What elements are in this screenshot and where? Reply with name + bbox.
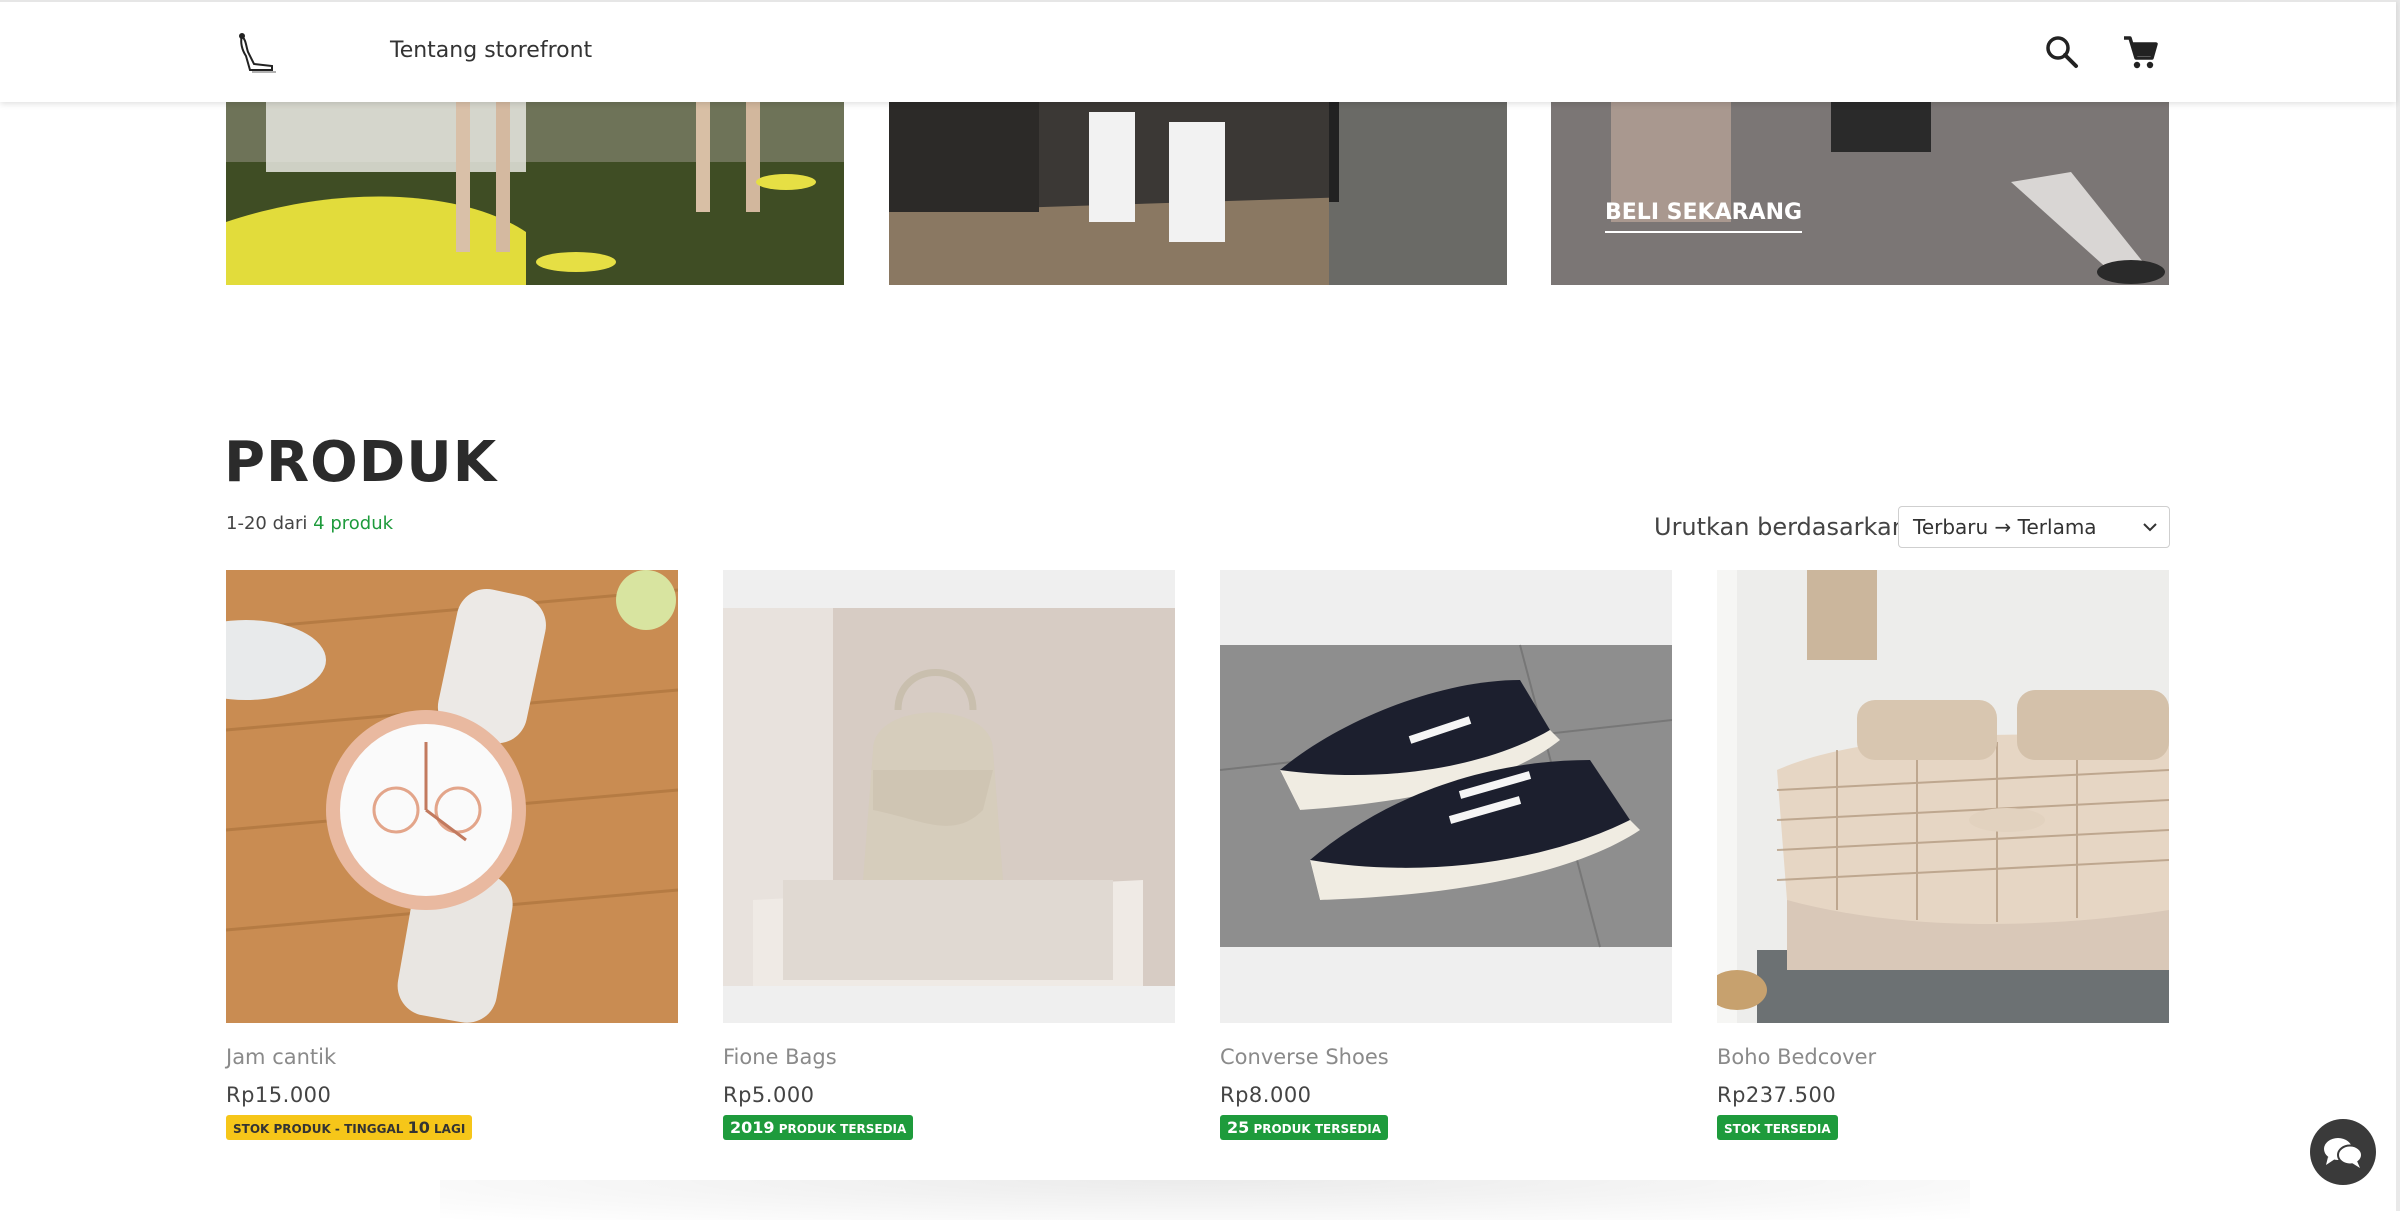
stock-badge: STOK TERSEDIA bbox=[1717, 1115, 1838, 1140]
product-price: Rp237.500 bbox=[1717, 1083, 1837, 1107]
bottom-bar-shadow bbox=[440, 1180, 1970, 1220]
sort-label: Urutkan berdasarkan: bbox=[1654, 513, 1916, 541]
banner-image-3[interactable]: BELI SEKARANG bbox=[1551, 102, 2169, 285]
product-image-watch[interactable] bbox=[226, 570, 678, 1023]
product-image-shoes[interactable] bbox=[1220, 570, 1672, 1023]
product-image-bag[interactable] bbox=[723, 570, 1175, 1023]
stock-badge: 2019 PRODUK TERSEDIA bbox=[723, 1115, 914, 1140]
sort-select[interactable]: Terbaru → Terlama bbox=[1898, 506, 2170, 548]
stock-badge: STOK PRODUK - TINGGAL 10 LAGI bbox=[226, 1115, 473, 1140]
count-prefix: 1-20 dari bbox=[226, 513, 314, 534]
badge-text: STOK TERSEDIA bbox=[1724, 1122, 1831, 1136]
count-highlight: 4 produk bbox=[313, 513, 394, 534]
product-price: Rp5.000 bbox=[723, 1083, 815, 1107]
shop-now-link[interactable]: BELI SEKARANG bbox=[1605, 200, 1803, 233]
product-name[interactable]: Boho Bedcover bbox=[1717, 1045, 2169, 1069]
search-icon[interactable] bbox=[2042, 32, 2082, 72]
top-header: Tentang storefront bbox=[0, 0, 2396, 102]
product-card[interactable]: Boho Bedcover Rp237.500 STOK TERSEDIA bbox=[1717, 570, 2169, 1140]
chevron-down-icon bbox=[2141, 517, 2159, 535]
cart-icon[interactable] bbox=[2120, 32, 2160, 72]
sort-selected-value: Terbaru → Terlama bbox=[1913, 515, 2097, 539]
product-image-bedcover[interactable] bbox=[1717, 570, 2169, 1023]
product-name[interactable]: Converse Shoes bbox=[1220, 1045, 1672, 1069]
product-card[interactable]: Jam cantik Rp15.000 STOK PRODUK - TINGGA… bbox=[226, 570, 678, 1140]
stock-badge: 25 PRODUK TERSEDIA bbox=[1220, 1115, 1389, 1140]
badge-text: STOK PRODUK - TINGGAL bbox=[233, 1122, 408, 1136]
badge-number: 2019 bbox=[730, 1118, 775, 1137]
badge-number: 10 bbox=[407, 1118, 430, 1137]
product-price: Rp8.000 bbox=[1220, 1083, 1312, 1107]
chat-button[interactable] bbox=[2310, 1119, 2376, 1185]
section-title: PRODUK bbox=[224, 430, 498, 495]
badge-text-suffix: PRODUK TERSEDIA bbox=[1249, 1122, 1382, 1136]
badge-text-suffix: LAGI bbox=[429, 1122, 466, 1136]
badge-number: 25 bbox=[1227, 1118, 1250, 1137]
banner-image-2[interactable] bbox=[889, 102, 1507, 285]
scrollbar-track[interactable] bbox=[2396, 0, 2400, 1211]
product-price: Rp15.000 bbox=[226, 1083, 332, 1107]
product-card[interactable]: Converse Shoes Rp8.000 25 PRODUK TERSEDI… bbox=[1220, 570, 1672, 1140]
badge-text-suffix: PRODUK TERSEDIA bbox=[774, 1122, 907, 1136]
product-name[interactable]: Fione Bags bbox=[723, 1045, 1175, 1069]
product-name[interactable]: Jam cantik bbox=[226, 1045, 678, 1069]
nav-about-link[interactable]: Tentang storefront bbox=[390, 38, 592, 63]
product-count: 1-20 dari 4 produk bbox=[226, 513, 393, 534]
chat-bubbles-icon bbox=[2324, 1138, 2363, 1168]
banner-image-1[interactable] bbox=[226, 102, 844, 285]
product-card[interactable]: Fione Bags Rp5.000 2019 PRODUK TERSEDIA bbox=[723, 570, 1175, 1140]
store-logo[interactable] bbox=[232, 30, 284, 78]
